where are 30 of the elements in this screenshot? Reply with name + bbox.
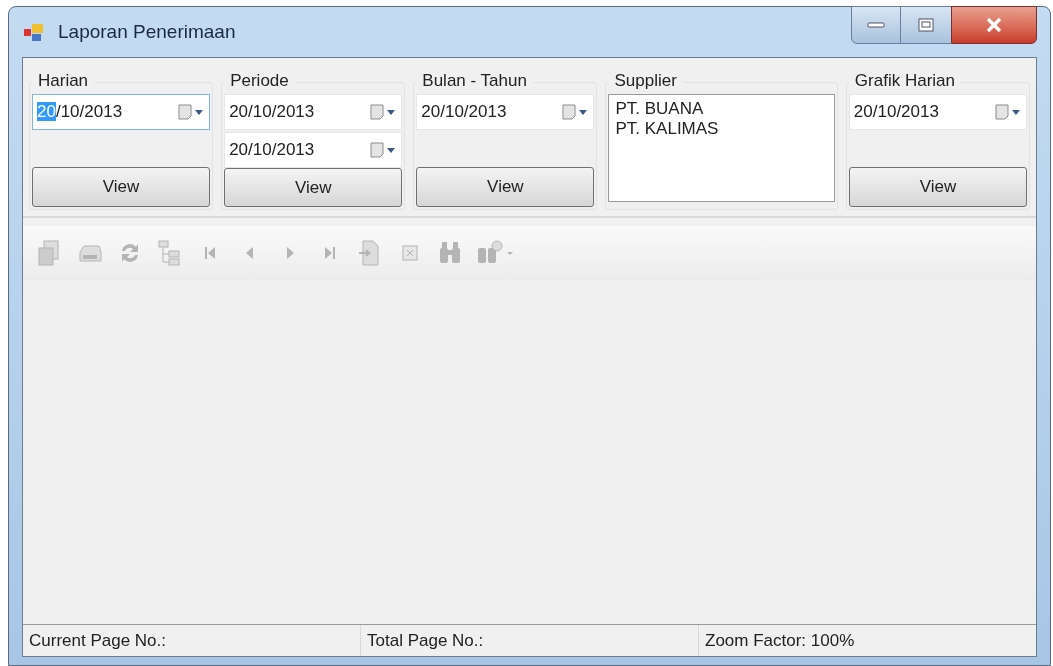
maximize-button[interactable] <box>901 6 951 44</box>
maximize-icon <box>918 18 934 32</box>
calendar-dropdown-icon <box>994 103 1022 121</box>
calendar-dropdown-icon <box>177 103 206 121</box>
status-text: Zoom Factor: 100% <box>698 625 1036 656</box>
status-text: Current Page No.: <box>28 630 167 652</box>
calendar-dropdown-icon <box>369 103 398 121</box>
date-value: 20/10/2013 <box>421 101 507 124</box>
date-picker[interactable]: 20/10/2013 <box>416 94 595 130</box>
list-item[interactable]: PT. BUANA <box>615 99 828 119</box>
list-item[interactable]: PT. KALIMAS <box>615 119 828 139</box>
date-value: 20/10/2013 <box>853 101 939 124</box>
window-title: Laporan Penerimaan <box>58 19 236 44</box>
status-text: Total Page No.: <box>360 625 698 656</box>
close-button[interactable] <box>951 6 1037 44</box>
view-button[interactable]: View <box>848 167 1027 207</box>
supplier-list[interactable]: PT. BUANA PT. KALIMAS <box>608 94 835 202</box>
close-icon <box>985 17 1003 33</box>
calendar-dropdown-icon <box>369 141 398 159</box>
date-picker[interactable]: 20/10/2013 <box>224 94 403 130</box>
date-value: 20/10/2013 <box>229 139 315 162</box>
minimize-button[interactable] <box>851 6 901 44</box>
date-picker[interactable]: 20/10/2013 <box>848 94 1027 130</box>
date-value: 20/10/2013 <box>229 101 315 124</box>
view-button[interactable]: View <box>224 168 403 207</box>
minimize-icon <box>867 22 885 28</box>
view-button[interactable]: View <box>416 167 595 207</box>
view-button[interactable]: View <box>32 167 211 207</box>
calendar-dropdown-icon <box>561 103 590 121</box>
date-picker[interactable]: 20/10/2013 <box>224 132 403 168</box>
